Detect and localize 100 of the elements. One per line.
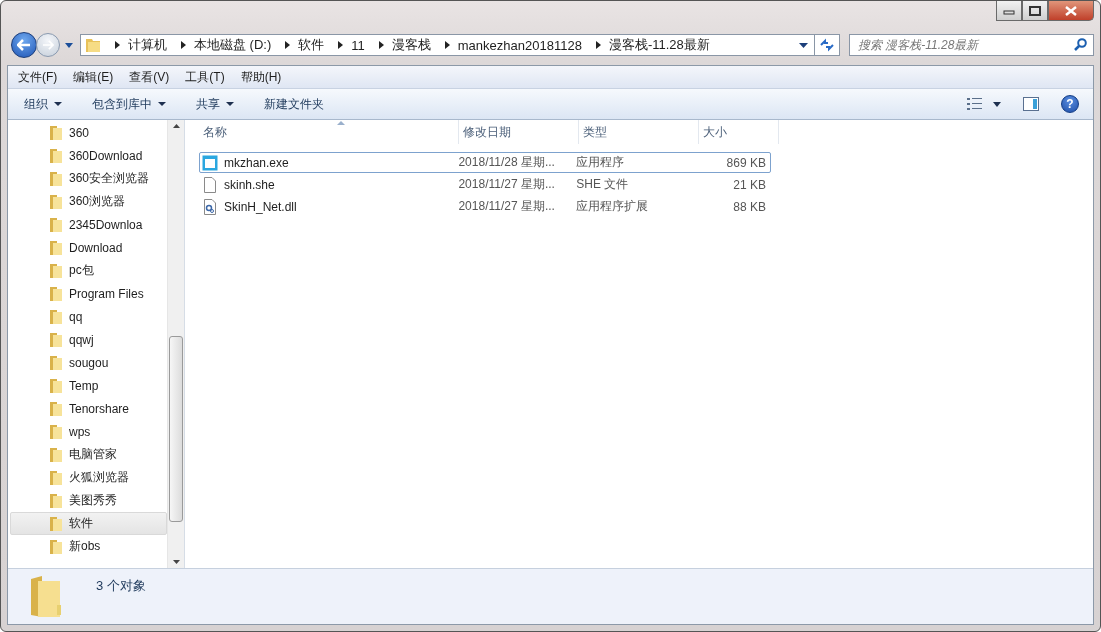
menu-item[interactable]: 工具(T)	[185, 68, 225, 86]
chevron-icon[interactable]	[285, 41, 291, 49]
toolbar-button[interactable]: 新建文件夹	[258, 92, 334, 116]
scroll-down-icon[interactable]	[172, 560, 180, 564]
folder-icon	[49, 331, 63, 348]
menu-item[interactable]: 帮助(H)	[240, 68, 282, 86]
folder-icon	[49, 193, 63, 210]
file-name: skinh.she	[224, 177, 275, 192]
column-header[interactable]: 大小	[699, 120, 779, 144]
folder-icon	[85, 37, 101, 53]
search-field[interactable]: 搜索 漫客栈-11.28最新	[849, 34, 1094, 56]
folder-icon	[49, 538, 63, 555]
sidebar-item[interactable]: 新obs	[10, 535, 167, 558]
breadcrumb-item[interactable]: 11	[351, 37, 365, 53]
file-row[interactable]: skinh.she 2018/11/27 星期... SHE 文件 21 KB	[199, 174, 771, 195]
sidebar-item[interactable]: 火狐浏览器	[10, 466, 167, 489]
minimize-button[interactable]	[996, 1, 1022, 21]
chevron-icon[interactable]	[444, 41, 450, 49]
address-bar[interactable]: 计算机 本地磁盘 (D:) 软件 11 漫客栈 mankezhan20181128 漫客栈-11.28最新	[80, 34, 815, 56]
close-button[interactable]	[1048, 1, 1094, 21]
folder-icon	[49, 492, 63, 509]
caret-icon	[158, 102, 166, 106]
list-view-icon	[967, 98, 983, 110]
sidebar-item[interactable]: 360Download	[10, 144, 167, 167]
sidebar-item[interactable]: Download	[10, 236, 167, 259]
sidebar-item[interactable]: 360	[10, 121, 167, 144]
size-cell-text: 869 KB	[725, 155, 767, 170]
chevron-icon[interactable]	[338, 41, 344, 49]
breadcrumb-item[interactable]: 漫客栈	[391, 36, 431, 54]
status-text: 3 个对象	[96, 577, 146, 595]
refresh-button[interactable]	[814, 34, 840, 56]
sidebar-item[interactable]: 2345Downloa	[10, 213, 167, 236]
menu-item[interactable]: 查看(V)	[129, 68, 170, 86]
column-header[interactable]: 修改日期	[459, 120, 579, 144]
chevron-icon[interactable]	[181, 41, 186, 49]
caret-icon	[226, 102, 234, 106]
sidebar-item[interactable]: Program Files	[10, 282, 167, 305]
menu-item[interactable]: 文件(F)	[18, 68, 58, 86]
maximize-icon	[1029, 5, 1041, 16]
folder-icon	[49, 377, 63, 394]
date-cell-text: 2018/11/28 星期...	[457, 154, 556, 171]
menu-item[interactable]: 编辑(E)	[73, 68, 114, 86]
folder-icon	[49, 262, 63, 279]
breadcrumb-item[interactable]: 软件	[298, 36, 325, 54]
sidebar-item[interactable]: Temp	[10, 374, 167, 397]
type-cell-text: 应用程序	[575, 154, 626, 171]
sidebar-item[interactable]: Tenorshare	[10, 397, 167, 420]
type-cell-text: SHE 文件	[575, 176, 630, 193]
breadcrumb-item[interactable]: mankezhan20181128	[457, 37, 582, 53]
sidebar-item[interactable]: 软件	[10, 512, 167, 535]
breadcrumb-item[interactable]: 本地磁盘 (D:)	[194, 36, 272, 54]
caret-icon[interactable]	[65, 42, 73, 48]
folder-icon	[49, 515, 63, 532]
folder-icon	[49, 354, 63, 371]
scroll-up-icon[interactable]	[172, 124, 180, 128]
file-row[interactable]: SkinH_Net.dll 2018/11/27 星期... 应用程序扩展 88 KB	[199, 196, 771, 217]
date-cell-text: 2018/11/27 星期...	[457, 198, 556, 215]
toolbar-button[interactable]: 共享	[190, 92, 244, 116]
size-cell-text: 21 KB	[732, 177, 767, 192]
column-header[interactable]: 类型	[579, 120, 699, 144]
sidebar-item[interactable]: 360浏览器	[10, 190, 167, 213]
date-cell-text: 2018/11/27 星期...	[457, 176, 556, 193]
folder-icon	[49, 124, 63, 141]
back-button[interactable]	[11, 32, 37, 58]
dropdown-caret-icon[interactable]	[799, 42, 808, 48]
file-row[interactable]: mkzhan.exe 2018/11/28 星期... 应用程序 869 KB	[199, 152, 771, 173]
breadcrumb-item[interactable]: 计算机	[128, 36, 167, 54]
sidebar-item[interactable]: 360安全浏览器	[10, 167, 167, 190]
toolbar-button[interactable]: 组织	[18, 92, 72, 116]
chevron-icon[interactable]	[378, 41, 384, 49]
sidebar-item[interactable]: qqwj	[10, 328, 167, 351]
sidebar-item[interactable]: 电脑管家	[10, 443, 167, 466]
sidebar-item[interactable]: pc包	[10, 259, 167, 282]
sidebar-item[interactable]: qq	[10, 305, 167, 328]
folder-icon	[49, 285, 63, 302]
left-arrow-icon	[17, 39, 31, 51]
chevron-icon[interactable]	[595, 41, 601, 49]
file-icon	[202, 176, 218, 193]
type-cell-text: 应用程序扩展	[575, 198, 650, 215]
pane-icon	[1023, 97, 1039, 111]
chevron-icon[interactable]	[115, 41, 120, 49]
folder-icon	[49, 446, 63, 463]
folder-icon	[49, 308, 63, 325]
maximize-button[interactable]	[1022, 1, 1048, 21]
folder-icon	[49, 147, 63, 164]
caret-icon	[993, 101, 1001, 107]
sidebar-item[interactable]: wps	[10, 420, 167, 443]
breadcrumb-item[interactable]: 漫客栈-11.28最新	[608, 36, 710, 54]
file-name: mkzhan.exe	[224, 155, 289, 170]
sidebar-item[interactable]: 美图秀秀	[10, 489, 167, 512]
sidebar-item[interactable]: sougou	[10, 351, 167, 374]
folder-icon	[49, 423, 63, 440]
scrollbar[interactable]	[167, 120, 184, 568]
right-arrow-icon	[42, 40, 54, 50]
sort-arrow-icon	[337, 121, 345, 125]
help-button[interactable]: ?	[1061, 95, 1079, 113]
folder-icon	[49, 469, 63, 486]
refresh-icon	[819, 38, 835, 52]
toolbar-button[interactable]: 包含到库中	[86, 92, 176, 116]
folder-icon	[49, 400, 63, 417]
